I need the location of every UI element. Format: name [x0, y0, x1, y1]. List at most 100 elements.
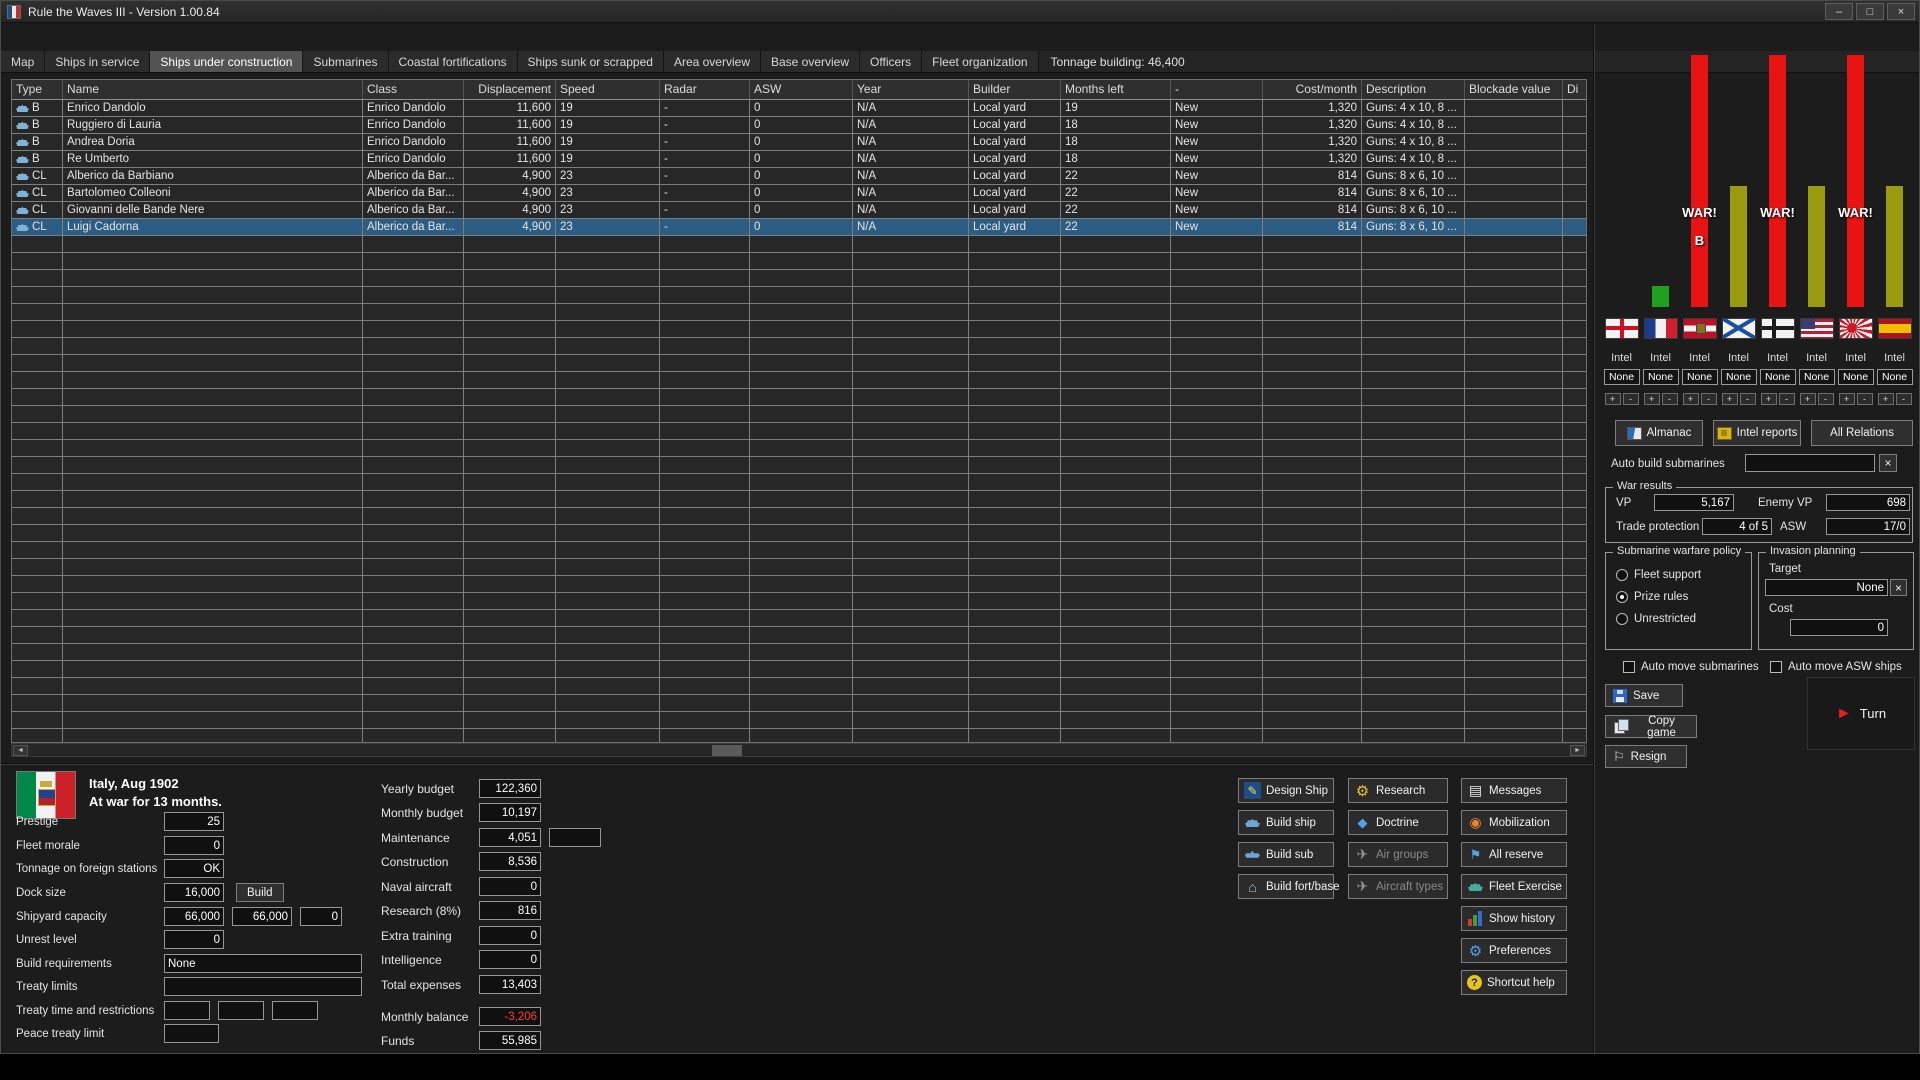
build-ship-button[interactable]: Build ship — [1238, 810, 1334, 835]
table-row[interactable] — [12, 338, 1586, 355]
intel-level-button[interactable]: None — [1799, 369, 1835, 385]
build-dock-button[interactable]: Build — [236, 883, 284, 902]
column-header-cost-month[interactable]: Cost/month — [1263, 80, 1362, 99]
nav-tab[interactable]: Base overview — [761, 51, 860, 72]
table-row[interactable] — [12, 389, 1586, 406]
table-row[interactable] — [12, 491, 1586, 508]
minimize-button[interactable]: – — [1825, 3, 1853, 20]
usa-flag-icon[interactable] — [1800, 318, 1834, 339]
table-row[interactable] — [12, 644, 1586, 661]
table-row[interactable]: B Ruggiero di Lauria Enrico Dandolo 11,6… — [12, 117, 1586, 134]
intel-level-button[interactable]: None — [1643, 369, 1679, 385]
build-fort-base-button[interactable]: Build fort/base — [1238, 874, 1334, 899]
table-row[interactable] — [12, 457, 1586, 474]
relation-minus-button[interactable]: - — [1662, 393, 1678, 405]
table-row[interactable]: B Re Umberto Enrico Dandolo 11,600 19 - … — [12, 151, 1586, 168]
nav-tab[interactable]: Officers — [860, 51, 922, 72]
preferences-button[interactable]: Preferences — [1461, 938, 1567, 963]
column-header-description[interactable]: Description — [1362, 80, 1465, 99]
table-row[interactable] — [12, 508, 1586, 525]
scroll-thumb[interactable] — [712, 745, 742, 756]
nav-tab[interactable]: Ships under construction — [150, 51, 303, 72]
table-row[interactable] — [12, 355, 1586, 372]
nav-tab[interactable]: Ships sunk or scrapped — [518, 51, 664, 72]
table-row[interactable] — [12, 593, 1586, 610]
column-header-dash[interactable]: - — [1171, 80, 1263, 99]
auto-build-submarines-input[interactable] — [1745, 454, 1875, 472]
all-relations-button[interactable]: All Relations — [1811, 420, 1913, 446]
build-sub-button[interactable]: Build sub — [1238, 842, 1334, 867]
design-ship-button[interactable]: Design Ship — [1238, 778, 1334, 803]
save-button[interactable]: Save — [1605, 684, 1683, 707]
intel-level-button[interactable]: None — [1604, 369, 1640, 385]
relation-plus-button[interactable]: + — [1761, 393, 1777, 405]
auto-build-clear-button[interactable]: × — [1879, 454, 1897, 472]
maintenance-extra-input[interactable] — [549, 828, 601, 847]
table-row[interactable] — [12, 610, 1586, 627]
nav-tab[interactable]: Submarines — [303, 51, 388, 72]
messages-button[interactable]: Messages — [1461, 778, 1567, 803]
auto-move-submarines-option[interactable]: Auto move submarines — [1623, 661, 1759, 673]
table-row[interactable] — [12, 678, 1586, 695]
sub-policy-option[interactable]: Fleet support — [1616, 569, 1701, 581]
doctrine-button[interactable]: Doctrine — [1348, 810, 1448, 835]
column-header-year[interactable]: Year — [853, 80, 969, 99]
research-button[interactable]: Research — [1348, 778, 1448, 803]
invasion-target-input[interactable] — [1765, 579, 1888, 596]
relation-plus-button[interactable]: + — [1683, 393, 1699, 405]
table-row[interactable] — [12, 372, 1586, 389]
table-row[interactable]: B Andrea Doria Enrico Dandolo 11,600 19 … — [12, 134, 1586, 151]
invasion-target-clear-button[interactable]: × — [1890, 579, 1907, 596]
japan-flag-icon[interactable] — [1839, 318, 1873, 339]
intel-level-button[interactable]: None — [1760, 369, 1796, 385]
table-row[interactable] — [12, 440, 1586, 457]
column-header-asw[interactable]: ASW — [750, 80, 853, 99]
column-header-builder[interactable]: Builder — [969, 80, 1061, 99]
table-row[interactable] — [12, 576, 1586, 593]
spain-flag-icon[interactable] — [1878, 318, 1912, 339]
table-row[interactable] — [12, 627, 1586, 644]
table-row[interactable] — [12, 321, 1586, 338]
england-flag-icon[interactable] — [1605, 318, 1639, 339]
auto-move-asw-ships-option[interactable]: Auto move ASW ships — [1770, 661, 1902, 673]
column-header-type[interactable]: Type — [12, 80, 63, 99]
sub-policy-option[interactable]: Prize rules — [1616, 591, 1701, 603]
germany-flag-icon[interactable] — [1761, 318, 1795, 339]
austria-hungary-flag-icon[interactable] — [1683, 318, 1717, 339]
france-flag-icon[interactable] — [1644, 318, 1678, 339]
relation-plus-button[interactable]: + — [1878, 393, 1894, 405]
column-header-name[interactable]: Name — [63, 80, 363, 99]
nav-tab[interactable]: Area overview — [664, 51, 761, 72]
fleet-exercise-button[interactable]: Fleet Exercise — [1461, 874, 1567, 899]
table-row[interactable] — [12, 236, 1586, 253]
all-reserve-button[interactable]: All reserve — [1461, 842, 1567, 867]
table-row[interactable] — [12, 253, 1586, 270]
table-row[interactable] — [12, 712, 1586, 729]
column-header-speed[interactable]: Speed — [556, 80, 660, 99]
relation-minus-button[interactable]: - — [1623, 393, 1639, 405]
table-row[interactable]: CL Bartolomeo Colleoni Alberico da Bar..… — [12, 185, 1586, 202]
intel-level-button[interactable]: None — [1721, 369, 1757, 385]
relation-minus-button[interactable]: - — [1779, 393, 1795, 405]
table-row[interactable] — [12, 406, 1586, 423]
relation-minus-button[interactable]: - — [1740, 393, 1756, 405]
table-row[interactable] — [12, 661, 1586, 678]
relation-minus-button[interactable]: - — [1701, 393, 1717, 405]
relation-plus-button[interactable]: + — [1605, 393, 1621, 405]
nav-tab[interactable]: Coastal fortifications — [389, 51, 518, 72]
aircraft-types-button[interactable]: Aircraft types — [1348, 874, 1448, 899]
nav-tab[interactable]: Fleet organization — [922, 51, 1038, 72]
table-row[interactable]: CL Giovanni delle Bande Nere Alberico da… — [12, 202, 1586, 219]
nav-tab[interactable]: Map — [1, 51, 45, 72]
column-header-displacement[interactable]: Displacement — [464, 80, 556, 99]
copy-game-button[interactable]: Copy game — [1605, 715, 1697, 738]
relation-plus-button[interactable]: + — [1839, 393, 1855, 405]
table-row[interactable] — [12, 559, 1586, 576]
table-row[interactable] — [12, 304, 1586, 321]
table-row[interactable] — [12, 287, 1586, 304]
column-header-blockade-value[interactable]: Blockade value — [1465, 80, 1563, 99]
close-button[interactable]: × — [1887, 3, 1915, 20]
air-groups-button[interactable]: Air groups — [1348, 842, 1448, 867]
table-row[interactable] — [12, 270, 1586, 287]
horizontal-scrollbar[interactable]: ◄ ► — [11, 743, 1587, 757]
